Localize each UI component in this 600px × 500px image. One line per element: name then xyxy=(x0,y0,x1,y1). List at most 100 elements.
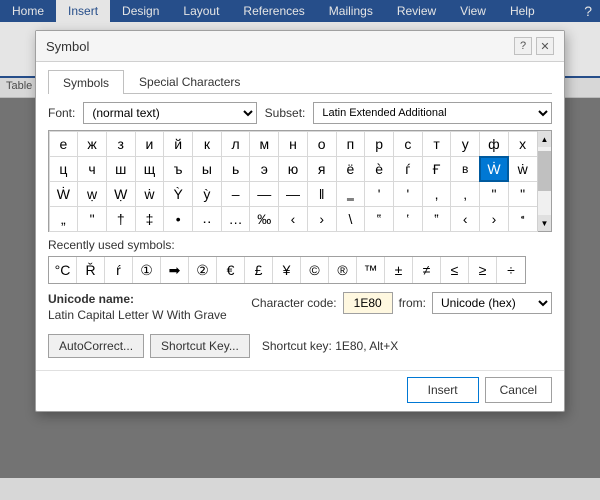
symbol-cell[interactable]: ' xyxy=(364,181,394,207)
symbol-cell[interactable]: ы xyxy=(192,156,222,182)
symbol-cell[interactable]: ẇ xyxy=(508,156,538,182)
symbol-cell[interactable]: ⁌ xyxy=(508,206,538,232)
symbol-cell[interactable]: ‟ xyxy=(422,206,452,232)
symbol-cell[interactable]: ф xyxy=(479,131,509,157)
recent-symbol[interactable]: ➡ xyxy=(161,257,189,283)
symbol-cell[interactable]: " xyxy=(508,181,538,207)
scrollbar-thumb[interactable] xyxy=(538,151,551,191)
symbol-cell[interactable]: я xyxy=(307,156,337,182)
symbol-cell[interactable]: э xyxy=(249,156,279,182)
symbol-cell[interactable]: Ỳ xyxy=(163,181,193,207)
symbol-cell[interactable]: ѐ xyxy=(364,156,394,182)
symbol-cell[interactable]: щ xyxy=(135,156,165,182)
symbol-cell[interactable]: ч xyxy=(77,156,107,182)
symbol-cell[interactable]: Ẇ xyxy=(49,181,79,207)
symbol-cell[interactable]: ‹ xyxy=(450,206,480,232)
recent-symbol[interactable]: ② xyxy=(189,257,217,283)
symbol-cell[interactable]: › xyxy=(479,206,509,232)
symbol-cell[interactable]: ж xyxy=(77,131,107,157)
recent-symbol[interactable]: Ř xyxy=(77,257,105,283)
symbol-cell[interactable]: з xyxy=(106,131,136,157)
recent-symbol[interactable]: © xyxy=(301,257,329,283)
symbol-cell[interactable]: ― xyxy=(278,181,308,207)
symbol-cell[interactable]: с xyxy=(393,131,423,157)
symbol-cell[interactable]: † xyxy=(106,206,136,232)
recent-symbol[interactable]: ¥ xyxy=(273,257,301,283)
symbol-cell[interactable]: ѓ xyxy=(393,156,423,182)
symbol-cell[interactable]: н xyxy=(278,131,308,157)
symbol-cell[interactable]: , xyxy=(422,181,452,207)
symbol-cell[interactable]: › xyxy=(307,206,337,232)
recent-symbol[interactable]: ÷ xyxy=(497,257,525,283)
symbol-cell[interactable]: – xyxy=(221,181,251,207)
symbol-cell[interactable]: ‹ xyxy=(278,206,308,232)
tab-special-characters[interactable]: Special Characters xyxy=(124,70,255,93)
symbol-cell[interactable]: ш xyxy=(106,156,136,182)
recent-symbol[interactable]: ≤ xyxy=(441,257,469,283)
symbol-cell[interactable]: ‚ xyxy=(450,181,480,207)
symbol-cell[interactable]: " xyxy=(479,181,509,207)
symbol-cell[interactable]: ё xyxy=(336,156,366,182)
symbol-cell[interactable]: ю xyxy=(278,156,308,182)
recent-symbol[interactable]: ŕ xyxy=(105,257,133,283)
symbol-cell[interactable]: ‗ xyxy=(336,181,366,207)
symbol-cell[interactable]: л xyxy=(221,131,251,157)
symbol-cell[interactable]: р xyxy=(364,131,394,157)
symbol-cell[interactable]: ʙ xyxy=(450,156,480,182)
symbol-cell[interactable]: Ẉ xyxy=(106,181,136,207)
recent-symbol[interactable]: ① xyxy=(133,257,161,283)
dialog-help-button[interactable]: ? xyxy=(514,37,532,55)
symbol-cell[interactable]: к xyxy=(192,131,222,157)
symbol-cell[interactable]: ' xyxy=(393,181,423,207)
recent-symbol[interactable]: ≠ xyxy=(413,257,441,283)
symbol-cell[interactable]: " xyxy=(77,206,107,232)
insert-button[interactable]: Insert xyxy=(407,377,479,403)
scrollbar[interactable]: ▲ ▼ xyxy=(537,131,551,231)
symbol-cell[interactable]: ц xyxy=(49,156,79,182)
dialog-close-button[interactable]: ✕ xyxy=(536,37,554,55)
symbol-cell[interactable]: ‰ xyxy=(249,206,279,232)
char-code-input[interactable] xyxy=(343,292,393,314)
symbol-cell[interactable]: ỳ xyxy=(192,181,222,207)
symbol-cell[interactable]: ‥ xyxy=(192,206,222,232)
font-select[interactable]: (normal text) xyxy=(83,102,256,124)
symbol-cell[interactable]: — xyxy=(249,181,279,207)
symbol-cell[interactable]: е xyxy=(49,131,79,157)
symbol-cell[interactable]: т xyxy=(422,131,452,157)
scrollbar-down-button[interactable]: ▼ xyxy=(538,215,551,231)
recent-symbol[interactable]: ® xyxy=(329,257,357,283)
from-select[interactable]: Unicode (hex) Unicode (dec) ASCII (decim… xyxy=(432,292,552,314)
tab-symbols[interactable]: Symbols xyxy=(48,70,124,94)
symbol-cell[interactable]: ъ xyxy=(163,156,193,182)
recent-symbol[interactable]: ≥ xyxy=(469,257,497,283)
symbol-cell[interactable]: ‖ xyxy=(307,181,337,207)
scrollbar-up-button[interactable]: ▲ xyxy=(538,131,551,147)
symbol-cell[interactable]: • xyxy=(163,206,193,232)
symbol-cell[interactable]: ‡ xyxy=(135,206,165,232)
symbol-cell[interactable]: … xyxy=(221,206,251,232)
autocorrect-button[interactable]: AutoCorrect... xyxy=(48,334,144,358)
symbol-cell[interactable]: ẉ xyxy=(77,181,107,207)
symbol-cell-selected[interactable]: Ẇ xyxy=(479,156,509,182)
symbol-cell[interactable]: о xyxy=(307,131,337,157)
symbol-cell[interactable]: и xyxy=(135,131,165,157)
recent-symbol[interactable]: € xyxy=(217,257,245,283)
cancel-button[interactable]: Cancel xyxy=(485,377,552,403)
recent-symbol[interactable]: ™ xyxy=(357,257,385,283)
symbol-cell[interactable]: „ xyxy=(49,206,79,232)
subset-select[interactable]: Latin Extended Additional xyxy=(313,102,552,124)
symbol-cell[interactable]: ь xyxy=(221,156,251,182)
shortcut-key-button[interactable]: Shortcut Key... xyxy=(150,334,250,358)
symbol-cell[interactable]: Ғ xyxy=(422,156,452,182)
symbol-cell[interactable]: ‟ xyxy=(364,206,394,232)
symbol-cell[interactable]: у xyxy=(450,131,480,157)
symbol-cell[interactable]: п xyxy=(336,131,366,157)
recent-symbol[interactable]: ± xyxy=(385,257,413,283)
symbol-cell[interactable]: ẇ xyxy=(135,181,165,207)
symbol-cell[interactable]: й xyxy=(163,131,193,157)
symbol-cell[interactable]: м xyxy=(249,131,279,157)
symbol-cell[interactable]: х xyxy=(508,131,538,157)
symbol-cell[interactable]: \ xyxy=(336,206,366,232)
symbol-cell[interactable]: ‛ xyxy=(393,206,423,232)
recent-symbol[interactable]: £ xyxy=(245,257,273,283)
